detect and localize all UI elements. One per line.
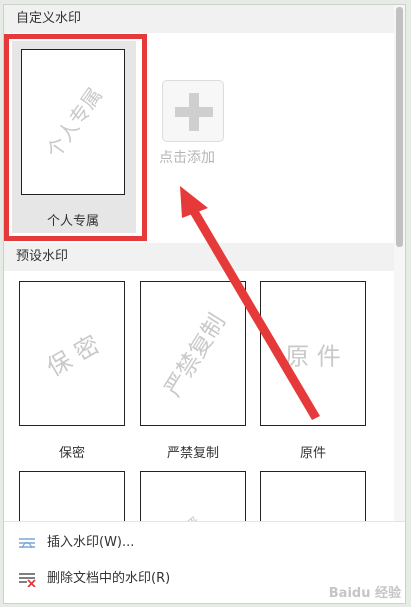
custom-section-header: 自定义水印 <box>4 5 394 33</box>
insert-watermark-icon <box>19 538 35 549</box>
preset-preview-text-original: 原 件 <box>285 342 341 370</box>
preset-preview-text-no-copy: 严禁复制 <box>160 309 231 401</box>
custom-watermark-label: 个人专属 <box>46 214 99 229</box>
preset-label-original: 原件 <box>299 446 326 461</box>
preset-label-confidential: 保密 <box>58 446 85 461</box>
custom-watermark-tile[interactable]: 个人专属 个人专属 <box>12 41 136 233</box>
custom-watermark-preview-text: 个人专属 <box>41 83 108 163</box>
custom-watermark-thumbnail: 个人专属 <box>21 49 125 195</box>
preset-thumbnail-confidential: 保 密 <box>19 281 125 426</box>
watermark-menu: 插入水印(W)... 删除文档中的水印(R) Baidu 经验 <box>4 521 405 603</box>
add-watermark-button[interactable] <box>162 80 224 142</box>
preset-section-header: 预设水印 <box>4 243 394 271</box>
site-watermark-logo: Baidu 经验 <box>328 586 401 601</box>
plus-icon-bar <box>175 107 213 117</box>
watermark-panel: 自定义水印 个人专属 个人专属 点击添加 预设水印 保 密 保密 严禁复制 严禁… <box>3 4 406 604</box>
preset-label-no-copy: 严禁复制 <box>166 446 219 461</box>
preset-thumbnail-original: 原 件 <box>260 281 366 426</box>
preset-preview-text-confidential: 保 密 <box>42 329 105 382</box>
insert-watermark-label: 插入水印(W)... <box>47 535 135 550</box>
delete-watermark-label: 删除文档中的水印(R) <box>47 571 171 586</box>
preset-thumbnail-no-copy: 严禁复制 <box>140 281 246 426</box>
delete-watermark-icon <box>19 573 36 587</box>
insert-watermark-menu-item[interactable]: 插入水印(W)... <box>4 528 405 558</box>
scrollbar[interactable] <box>394 5 405 525</box>
add-watermark-label[interactable]: 点击添加 <box>159 147 215 167</box>
scrollbar-thumb[interactable] <box>396 7 403 247</box>
